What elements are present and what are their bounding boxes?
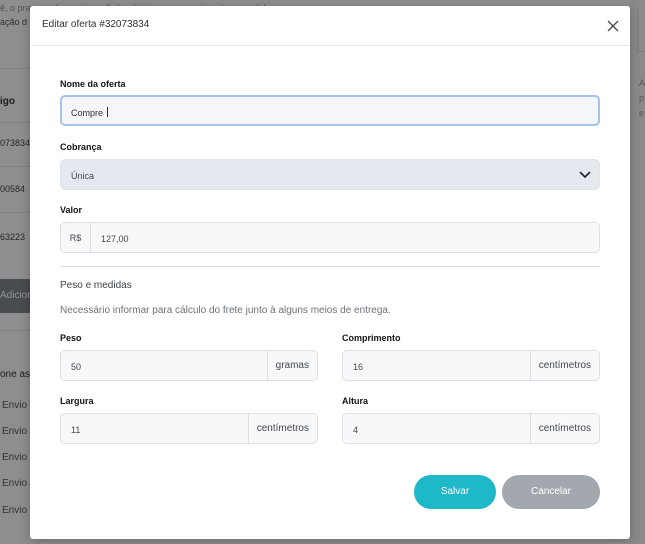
weight-value: 50	[71, 362, 82, 372]
length-value: 16	[353, 362, 364, 372]
close-icon[interactable]	[606, 19, 620, 33]
height-label: Altura	[342, 396, 369, 406]
billing-select[interactable]: Única	[60, 159, 600, 190]
width-unit: centímetros	[247, 414, 317, 443]
billing-value: Única	[71, 171, 95, 181]
price-label: Valor	[60, 205, 83, 215]
height-value: 4	[353, 425, 359, 435]
billing-label: Cobrança	[60, 142, 102, 152]
cancel-button[interactable]: Cancelar	[502, 475, 600, 509]
measures-section-description: Necessário informar para cálculo do fret…	[60, 305, 391, 316]
price-input[interactable]: R$ 127,00	[60, 222, 600, 253]
height-unit: centímetros	[529, 414, 599, 443]
weight-unit: gramas	[266, 351, 317, 380]
offer-name-input[interactable]: Compre	[60, 95, 600, 126]
currency-prefix: R$	[61, 223, 91, 252]
offer-name-value: Compre	[71, 108, 106, 118]
height-input[interactable]: 4 centímetros	[342, 413, 600, 444]
modal-header: Editar oferta #32073834	[30, 6, 630, 46]
chevron-down-icon	[579, 171, 591, 178]
length-unit: centímetros	[529, 351, 599, 380]
width-value: 11	[71, 425, 81, 435]
width-label: Largura	[60, 396, 94, 406]
length-label: Comprimento	[342, 333, 401, 343]
price-value: 127,00	[101, 234, 129, 244]
text-caret	[106, 107, 108, 117]
section-divider	[60, 266, 600, 267]
width-input[interactable]: 11 centímetros	[60, 413, 318, 444]
modal-title: Editar oferta #32073834	[42, 19, 150, 30]
measures-section-title: Peso e medidas	[60, 280, 132, 291]
save-button[interactable]: Salvar	[414, 475, 496, 509]
edit-offer-modal: Editar oferta #32073834 Nome da oferta C…	[30, 6, 630, 539]
offer-name-label: Nome da oferta	[60, 79, 126, 89]
length-input[interactable]: 16 centímetros	[342, 350, 600, 381]
weight-label: Peso	[60, 333, 82, 343]
weight-input[interactable]: 50 gramas	[60, 350, 318, 381]
